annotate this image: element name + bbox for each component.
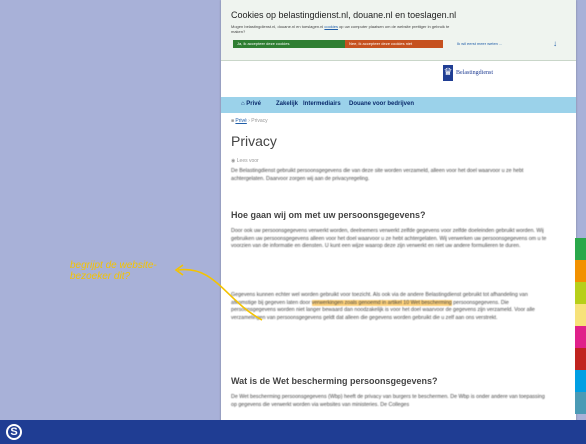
breadcrumb-home[interactable]: Privé [235, 118, 246, 124]
stripe [575, 326, 586, 348]
section-heading-2: Wat is de Wet bescherming persoonsgegeve… [231, 376, 438, 386]
crest-icon: ♛ [443, 65, 453, 81]
nav-item-label: Privé [246, 101, 261, 107]
arrow-down-icon[interactable]: ↓ [553, 39, 557, 48]
stripe [575, 370, 586, 392]
page-title: Privacy [231, 133, 277, 149]
cookie-banner: Cookies op belastingdienst.nl, douane.nl… [221, 0, 576, 61]
cookies-link[interactable]: cookies [324, 24, 338, 29]
annotation-text: begrijpt de website-bezoeker dit? [70, 260, 157, 282]
slide-logo-icon: S [6, 424, 22, 440]
color-stripes [575, 238, 586, 414]
section-heading-1: Hoe gaan wij om met uw persoonsgegevens? [231, 210, 426, 220]
nav-item-douane[interactable]: Douane voor bedrijven [349, 101, 414, 107]
stripe [575, 348, 586, 370]
stripe [575, 238, 586, 260]
bottom-bar [0, 420, 586, 444]
home-icon: ⌂ [241, 101, 245, 107]
brand-name: Belastingdienst [456, 70, 493, 76]
read-aloud-link[interactable]: ◉ Lees voor [231, 158, 259, 164]
browser-screenshot: Cookies op belastingdienst.nl, douane.nl… [221, 0, 576, 434]
read-aloud-label: Lees voor [236, 158, 259, 164]
cookie-banner-title: Cookies op belastingdienst.nl, douane.nl… [231, 10, 457, 20]
highlighted-text: verwerkingen zoals genoemd in artikel 10… [311, 299, 452, 306]
breadcrumb-current: Privacy [251, 118, 268, 124]
nav-item-intermediairs[interactable]: Intermediairs [303, 101, 341, 107]
decline-cookies-button[interactable]: Nee, ik accepteer deze cookies niet [345, 40, 443, 48]
nav-item-prive[interactable]: ⌂ Privé [241, 101, 261, 107]
intro-paragraph: De Belastingdienst gebruikt persoonsgege… [231, 168, 524, 182]
section-paragraph-2: Gegevens kunnen echter wel worden gebrui… [231, 292, 551, 322]
nav-item-zakelijk[interactable]: Zakelijk [276, 101, 298, 107]
stripe [575, 282, 586, 304]
breadcrumb: ■ Privé › Privacy [231, 118, 268, 124]
section-paragraph-3: De Wet bescherming persoonsgegevens (Wbp… [231, 394, 545, 408]
accept-cookies-button[interactable]: Ja, ik accepteer deze cookies [233, 40, 346, 48]
stripe [575, 304, 586, 326]
stripe [575, 260, 586, 282]
stripe [575, 392, 586, 414]
cookie-banner-text: Mogen belastingdienst.nl, douane.nl en t… [231, 24, 461, 34]
more-info-link[interactable]: Ik wil eerst meer weten ... [457, 40, 502, 48]
main-nav: ⌂ Privé Zakelijk Intermediairs Douane vo… [221, 97, 576, 113]
section-paragraph-1: Door ook uw persoonsgegevens verwerkt wo… [231, 228, 547, 249]
brand-logo[interactable]: ♛ Belastingdienst [443, 62, 493, 84]
